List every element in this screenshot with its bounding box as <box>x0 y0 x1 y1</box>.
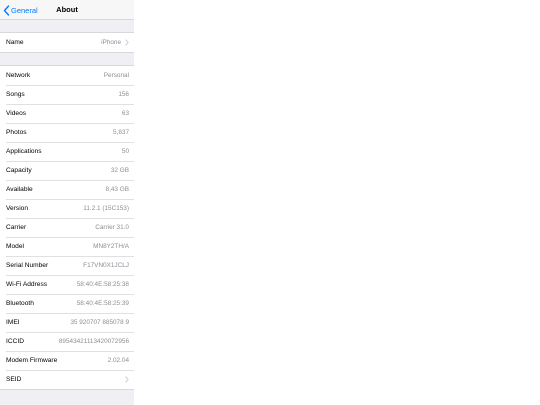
info-row-iccid[interactable]: ICCID 89543421113420072956 <box>0 332 134 351</box>
info-row-available[interactable]: Available 8,43 GB <box>0 180 134 199</box>
info-row-label: Capacity <box>6 166 32 174</box>
chevron-right-icon <box>125 39 129 46</box>
info-row-seid[interactable]: SEID <box>0 370 134 389</box>
info-row-capacity[interactable]: Capacity 32 GB <box>0 161 134 180</box>
info-row-label: Carrier <box>6 223 27 231</box>
info-row-label: Model <box>6 242 24 250</box>
info-row-applications[interactable]: Applications 50 <box>0 142 134 161</box>
navigation-bar: General About <box>0 0 134 20</box>
info-row-label: Bluetooth <box>6 299 34 307</box>
info-row-wifi-address[interactable]: Wi-Fi Address 58:40:4E:58:25:38 <box>0 275 134 294</box>
info-row-label: IMEI <box>6 318 20 326</box>
info-row-label: Photos <box>6 128 27 136</box>
name-row-label: Name <box>6 38 24 46</box>
info-row-value: 63 <box>121 109 129 117</box>
info-row-value: 35 920707 885078 9 <box>70 318 129 326</box>
info-row-label: Version <box>6 204 28 212</box>
info-row-label: Available <box>6 185 33 193</box>
info-row-value: 5,837 <box>113 128 129 136</box>
info-row-value: 11.2.1 (15C153) <box>83 204 129 212</box>
info-row-value: F17VN0X1JCLJ <box>83 261 129 269</box>
info-row-label: Videos <box>6 109 27 117</box>
info-row-imei[interactable]: IMEI 35 920707 885078 9 <box>0 313 134 332</box>
info-row-value: 58:40:4E:58:25:38 <box>76 280 129 288</box>
info-row-value: Personal <box>103 71 129 79</box>
info-row-model[interactable]: Model MN8Y2TH/A <box>0 237 134 256</box>
info-row-label: Serial Number <box>6 261 49 269</box>
info-row-value: 8,43 GB <box>105 185 129 193</box>
info-row-label: SEID <box>6 375 22 383</box>
info-row-label: Modem Firmware <box>6 356 58 364</box>
info-row-serial-number[interactable]: Serial Number F17VN0X1JCLJ <box>0 256 134 275</box>
info-row-videos[interactable]: Videos 63 <box>0 104 134 123</box>
info-row-carrier[interactable]: Carrier Carrier 31.0 <box>0 218 134 237</box>
info-row-label: Wi-Fi Address <box>6 280 48 288</box>
info-row-value: 58:40:4E:58:25:39 <box>76 299 129 307</box>
info-row-value: 89543421113420072956 <box>58 337 129 345</box>
settings-panel: General About Name iPhone Network Person… <box>0 0 134 405</box>
info-row-modem-firmware[interactable]: Modem Firmware 2.02.04 <box>0 351 134 370</box>
info-row-photos[interactable]: Photos 5,837 <box>0 123 134 142</box>
name-row-value: iPhone <box>101 38 121 46</box>
info-row-label: ICCID <box>6 337 24 345</box>
device-info-group: Network Personal Songs 156 Videos 63 Pho… <box>0 65 134 390</box>
info-row-network[interactable]: Network Personal <box>0 66 134 85</box>
info-row-label: Network <box>6 71 31 79</box>
info-row-bluetooth[interactable]: Bluetooth 58:40:4E:58:25:39 <box>0 294 134 313</box>
name-group: Name iPhone <box>0 32 134 53</box>
page-title: About <box>56 5 78 14</box>
info-row-songs[interactable]: Songs 156 <box>0 85 134 104</box>
chevron-right-icon <box>125 376 129 383</box>
info-row-label: Applications <box>6 147 42 155</box>
info-row-value: MN8Y2TH/A <box>93 242 129 250</box>
info-row-value: 2.02.04 <box>107 356 129 364</box>
info-row-value: 156 <box>118 90 129 98</box>
info-row-version[interactable]: Version 11.2.1 (15C153) <box>0 199 134 218</box>
info-row-value: 32 GB <box>110 166 129 174</box>
info-row-label: Songs <box>6 90 25 98</box>
info-row-value: 50 <box>121 147 129 155</box>
info-row-value: Carrier 31.0 <box>95 223 129 231</box>
name-row[interactable]: Name iPhone <box>0 33 134 52</box>
